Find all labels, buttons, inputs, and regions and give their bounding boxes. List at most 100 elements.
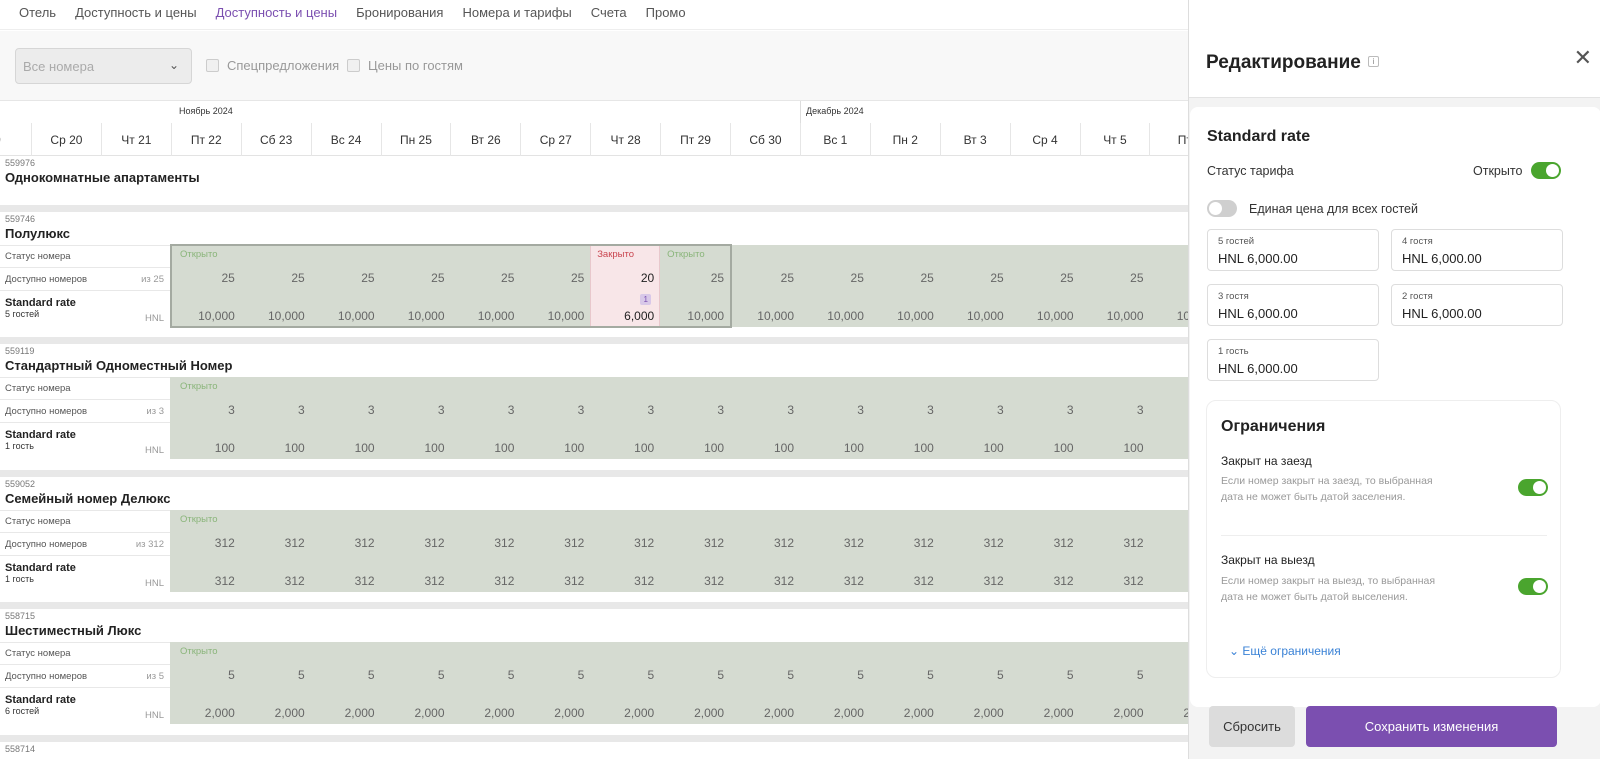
price-value[interactable]: 10,000: [1014, 309, 1074, 323]
avail-value[interactable]: 25: [454, 271, 514, 285]
price-value[interactable]: 2,000: [1014, 706, 1074, 720]
day-header[interactable]: Вс 24: [310, 123, 381, 156]
price-value[interactable]: 2,000: [594, 706, 654, 720]
avail-value[interactable]: 25: [1084, 271, 1143, 285]
price-value[interactable]: 2,000: [664, 706, 724, 720]
avail-value[interactable]: 312: [385, 536, 444, 550]
avail-value[interactable]: 25: [804, 271, 864, 285]
price-value[interactable]: 2,000: [734, 706, 794, 720]
price-value[interactable]: 10,000: [524, 309, 585, 323]
avail-value[interactable]: 3: [594, 403, 655, 417]
price-value[interactable]: 312: [524, 574, 584, 588]
avail-value[interactable]: 3: [664, 403, 724, 417]
avail-value[interactable]: 25: [385, 271, 444, 285]
day-header[interactable]: Вс 1: [799, 123, 870, 156]
price-value[interactable]: 100: [804, 441, 864, 455]
price-value[interactable]: 100: [594, 441, 654, 455]
avail-value[interactable]: 312: [454, 536, 514, 550]
day-header[interactable]: Ср 27: [520, 123, 590, 156]
avail-value[interactable]: 5: [1014, 668, 1074, 682]
avail-value[interactable]: 3: [245, 403, 305, 417]
price-field-5-guests[interactable]: 5 гостей HNL 6,000.00: [1207, 229, 1379, 271]
avail-value[interactable]: 25: [664, 271, 724, 285]
nav-availability[interactable]: Доступность и цены: [65, 0, 206, 29]
price-value[interactable]: 312: [1014, 574, 1074, 588]
price-value[interactable]: 312: [175, 574, 235, 588]
price-value[interactable]: 312: [874, 574, 934, 588]
avail-value[interactable]: 312: [245, 536, 305, 550]
day-header[interactable]: Чт 28: [590, 123, 660, 156]
price-value[interactable]: 10,000: [385, 309, 445, 323]
avail-value[interactable]: 3: [454, 403, 515, 417]
price-value[interactable]: 312: [664, 574, 724, 588]
avail-value[interactable]: 312: [664, 536, 724, 550]
price-value[interactable]: 312: [385, 574, 444, 588]
price-value[interactable]: 312: [804, 574, 864, 588]
day-header[interactable]: Ср 20: [31, 123, 101, 156]
nav-availability-active[interactable]: Доступность и цены: [206, 0, 347, 29]
avail-value[interactable]: 312: [315, 536, 375, 550]
avail-value[interactable]: 3: [944, 403, 1004, 417]
price-value[interactable]: 2,000: [874, 706, 934, 720]
avail-value[interactable]: 25: [1014, 271, 1073, 285]
price-value[interactable]: 10,000: [1084, 309, 1144, 323]
avail-value[interactable]: 312: [524, 536, 584, 550]
avail-value[interactable]: 5: [385, 668, 445, 682]
avail-value[interactable]: 312: [175, 536, 235, 550]
price-field-3-guests[interactable]: 3 гостя HNL 6,000.00: [1207, 284, 1379, 326]
avail-value[interactable]: 25: [524, 271, 584, 285]
price-field-4-guests[interactable]: 4 гостя HNL 6,000.00: [1391, 229, 1563, 271]
price-value[interactable]: 10,000: [804, 309, 864, 323]
reset-button[interactable]: Сбросить: [1209, 706, 1295, 747]
avail-value[interactable]: 25: [315, 271, 374, 285]
price-value[interactable]: 100: [175, 441, 235, 455]
close-icon[interactable]: ✕: [1574, 45, 1592, 71]
price-field-1-guest[interactable]: 1 гость HNL 6,000.00: [1207, 339, 1379, 381]
price-value[interactable]: 2,000: [454, 706, 514, 720]
price-value[interactable]: 2,000: [175, 706, 235, 720]
price-value[interactable]: 10,000: [315, 309, 375, 323]
avail-value[interactable]: 25: [734, 271, 794, 285]
nav-rooms-rates[interactable]: Номера и тарифы: [452, 0, 580, 29]
day-header[interactable]: Сб 30: [730, 123, 800, 156]
price-value[interactable]: 312: [315, 574, 375, 588]
price-value[interactable]: 100: [1084, 441, 1143, 455]
day-header[interactable]: Сб 23: [240, 123, 311, 156]
guest-prices-checkbox[interactable]: Цены по гостям: [347, 58, 463, 73]
avail-value[interactable]: 312: [1084, 536, 1143, 550]
price-value[interactable]: 10,000: [944, 309, 1004, 323]
price-value[interactable]: 2,000: [524, 706, 584, 720]
closed-arrival-toggle[interactable]: [1518, 479, 1548, 496]
avail-value[interactable]: 5: [594, 668, 655, 682]
nav-hotel[interactable]: Отель: [0, 0, 65, 29]
avail-value[interactable]: 5: [1084, 668, 1144, 682]
avail-value[interactable]: 312: [804, 536, 864, 550]
avail-value[interactable]: 3: [1014, 403, 1074, 417]
room-select[interactable]: Все номера ⌄: [15, 48, 192, 84]
avail-value[interactable]: 312: [874, 536, 934, 550]
price-value[interactable]: 2,000: [1084, 706, 1143, 720]
avail-value[interactable]: 3: [734, 403, 794, 417]
avail-value[interactable]: 312: [734, 536, 794, 550]
closed-departure-toggle[interactable]: [1518, 578, 1548, 595]
price-value[interactable]: 312: [1084, 574, 1143, 588]
day-header[interactable]: Ср 4: [1009, 123, 1080, 156]
avail-value[interactable]: 25: [175, 271, 234, 285]
avail-value[interactable]: 3: [524, 403, 585, 417]
save-button[interactable]: Сохранить изменения: [1306, 706, 1557, 747]
day-header[interactable]: Вт 3: [939, 123, 1010, 156]
day-header[interactable]: Чт 21: [100, 123, 171, 156]
price-value[interactable]: 312: [734, 574, 794, 588]
avail-value[interactable]: 5: [944, 668, 1004, 682]
price-value[interactable]: 2,000: [315, 706, 375, 720]
day-header[interactable]: Вт 26: [450, 123, 520, 156]
price-value[interactable]: 10,000: [175, 309, 235, 323]
price-value[interactable]: 2,000: [385, 706, 444, 720]
price-value[interactable]: 100: [734, 441, 794, 455]
price-value[interactable]: 100: [524, 441, 584, 455]
price-value[interactable]: 100: [315, 441, 375, 455]
nav-promo[interactable]: Промо: [636, 0, 695, 29]
avail-value[interactable]: 5: [524, 668, 585, 682]
avail-value[interactable]: 5: [245, 668, 305, 682]
price-value[interactable]: 100: [944, 441, 1004, 455]
